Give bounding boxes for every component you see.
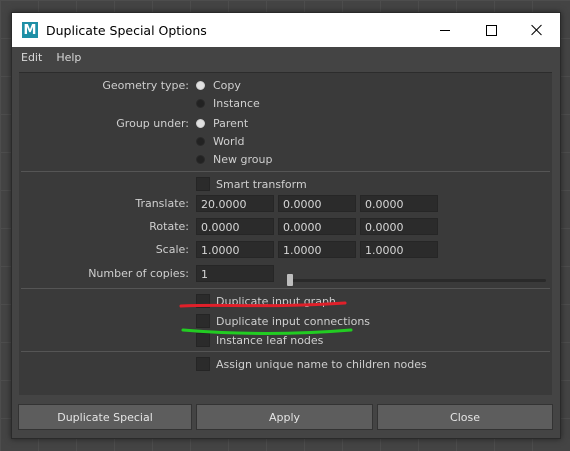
option-label: World bbox=[213, 135, 245, 148]
footer-buttons: Duplicate Special Apply Close bbox=[18, 404, 553, 430]
close-button[interactable]: Close bbox=[377, 404, 553, 430]
option-label: Parent bbox=[213, 117, 249, 130]
number-of-copies-label: Number of copies: bbox=[88, 267, 189, 280]
menu-bar: Edit Help bbox=[12, 47, 560, 67]
translate-y-field[interactable]: 0.0000 bbox=[278, 195, 356, 212]
red-underline-annotation bbox=[179, 301, 347, 308]
minimize-icon bbox=[440, 29, 450, 31]
separator bbox=[21, 171, 550, 172]
radio-selected-icon bbox=[196, 81, 205, 90]
geometry-instance-radio[interactable]: Instance bbox=[196, 97, 260, 110]
assign-unique-name-checkbox[interactable]: Assign unique name to children nodes bbox=[196, 357, 427, 371]
maximize-icon bbox=[485, 24, 497, 36]
radio-selected-icon bbox=[196, 119, 205, 128]
option-label: Instance bbox=[213, 97, 260, 110]
scale-label: Scale: bbox=[155, 243, 189, 256]
option-label: New group bbox=[213, 153, 273, 166]
close-icon bbox=[531, 24, 543, 36]
green-underline-annotation bbox=[181, 328, 353, 335]
options-panel: Geometry type: Copy Instance Group under… bbox=[19, 72, 552, 395]
rotate-x-field[interactable]: 0.0000 bbox=[196, 218, 274, 235]
menu-edit[interactable]: Edit bbox=[21, 51, 42, 64]
group-parent-radio[interactable]: Parent bbox=[196, 117, 248, 130]
maximize-button[interactable] bbox=[468, 13, 514, 47]
rotate-label: Rotate: bbox=[149, 220, 189, 233]
geometry-type-label: Geometry type: bbox=[102, 79, 189, 92]
smart-transform-checkbox[interactable]: Smart transform bbox=[196, 177, 307, 191]
group-world-radio[interactable]: World bbox=[196, 135, 245, 148]
checkbox-icon bbox=[196, 357, 210, 371]
translate-x-field[interactable]: 20.0000 bbox=[196, 195, 274, 212]
translate-z-field[interactable]: 0.0000 bbox=[360, 195, 438, 212]
checkbox-icon bbox=[196, 177, 210, 191]
close-window-button[interactable] bbox=[514, 13, 560, 47]
scale-z-field[interactable]: 1.0000 bbox=[360, 241, 438, 258]
menu-help[interactable]: Help bbox=[56, 51, 81, 64]
scale-x-field[interactable]: 1.0000 bbox=[196, 241, 274, 258]
dialog-window: M Duplicate Special Options Edit Help Ge… bbox=[11, 12, 561, 439]
rotate-y-field[interactable]: 0.0000 bbox=[278, 218, 356, 235]
maya-app-icon: M bbox=[22, 22, 38, 38]
group-under-label: Group under: bbox=[116, 117, 189, 130]
window-title: Duplicate Special Options bbox=[46, 22, 207, 38]
translate-label: Translate: bbox=[135, 197, 189, 210]
title-bar: M Duplicate Special Options bbox=[12, 13, 560, 47]
radio-icon bbox=[196, 99, 205, 108]
separator bbox=[21, 351, 550, 352]
apply-button[interactable]: Apply bbox=[196, 404, 373, 430]
minimize-button[interactable] bbox=[422, 13, 468, 47]
radio-icon bbox=[196, 155, 205, 164]
group-new-group-radio[interactable]: New group bbox=[196, 153, 272, 166]
checkbox-label: Smart transform bbox=[216, 177, 307, 191]
separator bbox=[21, 288, 550, 289]
window-controls bbox=[422, 13, 560, 47]
option-label: Copy bbox=[213, 79, 241, 92]
duplicate-special-button[interactable]: Duplicate Special bbox=[18, 404, 192, 430]
checkbox-label: Assign unique name to children nodes bbox=[216, 357, 427, 371]
copies-slider-track[interactable] bbox=[289, 279, 546, 282]
rotate-z-field[interactable]: 0.0000 bbox=[360, 218, 438, 235]
copies-slider-handle[interactable] bbox=[287, 274, 293, 286]
number-of-copies-field[interactable]: 1 bbox=[196, 265, 274, 282]
radio-icon bbox=[196, 137, 205, 146]
scale-y-field[interactable]: 1.0000 bbox=[278, 241, 356, 258]
geometry-copy-radio[interactable]: Copy bbox=[196, 79, 241, 92]
